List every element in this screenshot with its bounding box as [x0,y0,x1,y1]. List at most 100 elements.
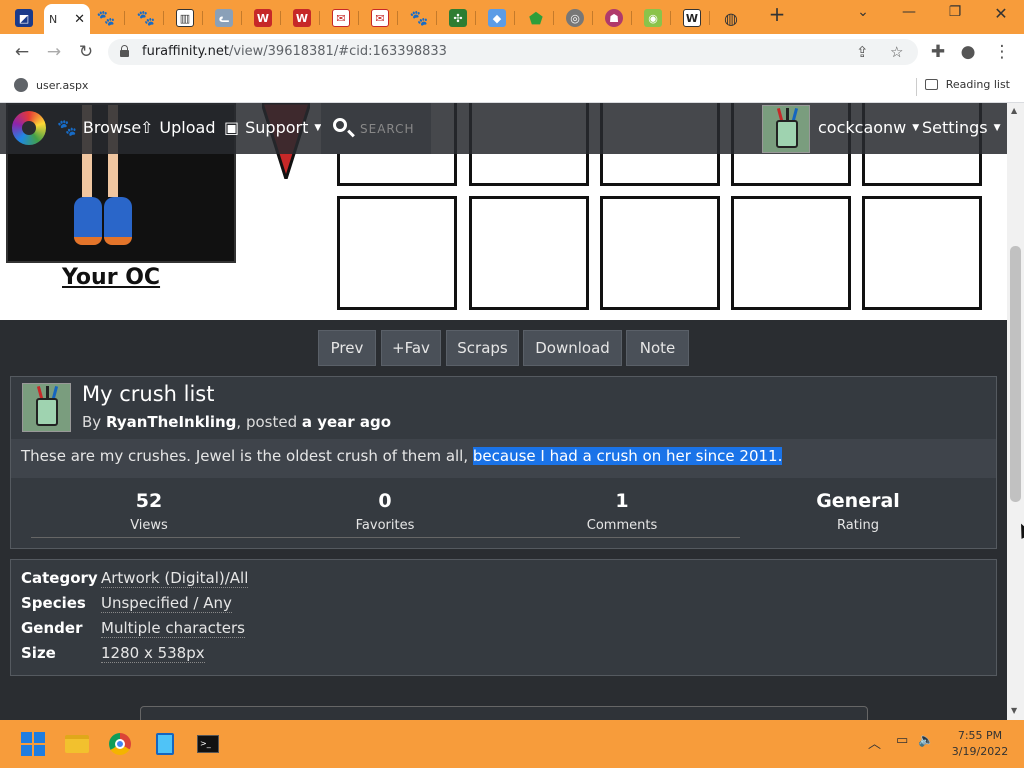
tab-w-2[interactable]: W [286,6,318,30]
minimize-button[interactable]: — [897,4,921,20]
site-navbar: 🐾 Browse ⇧ Upload ▣ Support ▼ SEARCH coc… [0,103,1007,154]
window-close-button[interactable]: ✕ [989,4,1013,23]
posted-date: a year ago [301,413,392,431]
download-button[interactable]: Download [523,330,622,366]
menu-icon[interactable]: ⋮ [992,42,1012,62]
scraps-button[interactable]: Scraps [446,330,519,366]
bookmark-label: user.aspx [36,78,89,92]
reading-list-icon [924,79,938,90]
tab-w-1[interactable]: W [247,6,279,30]
active-tab-title: N [49,12,58,26]
nav-support-label: Support [245,118,309,137]
tab-globe[interactable]: ◎ [559,6,591,30]
new-tab-button[interactable]: + [765,2,789,26]
prev-button[interactable]: Prev [318,330,376,366]
creature-icon: ☗ [605,9,623,27]
note-button[interactable]: Note [626,330,689,366]
scroll-thumb[interactable] [1010,246,1021,502]
bookmark-star-icon[interactable]: ☆ [890,43,903,61]
address-bar[interactable]: furaffinity.net/view/39618381/#cid:16339… [108,39,918,65]
volume-icon[interactable]: 🔈 [918,733,934,748]
forward-button[interactable]: → [44,42,64,62]
document-icon: ◩ [15,9,33,27]
submission-card: My crush list By RyanTheInkling, posted … [10,376,997,549]
tab-creature[interactable]: ☗ [598,6,630,30]
support-icon: ▣ [224,118,240,137]
search-box[interactable]: SEARCH [321,103,431,154]
tab-gem[interactable]: ⬟ [520,6,552,30]
oc-label: Your OC [62,265,161,290]
fav-button[interactable]: +Fav [381,330,441,366]
url-text[interactable]: furaffinity.net/view/39618381/#cid:16339… [142,44,447,59]
nav-upload[interactable]: ⇧ Upload [140,118,215,137]
clock-date: 3/19/2022 [951,745,1009,758]
bookmarks-bar: user.aspx Reading list [0,70,1024,103]
tab-owl[interactable]: ◉ [637,6,669,30]
nav-settings[interactable]: Settings ▼ [922,118,1001,137]
description-row: These are my crushes. Jewel is the oldes… [11,439,996,478]
owl-icon: ◉ [644,9,662,27]
tab-library[interactable]: ▥ [169,6,201,30]
close-icon[interactable]: ✕ [74,12,85,27]
tab-w-3[interactable]: W [676,6,708,30]
reading-list-button[interactable]: Reading list [924,78,1010,91]
w-icon: W [293,9,311,27]
share-icon[interactable]: ⇪ [856,43,869,61]
nav-upload-label: Upload [159,118,216,137]
w-icon: W [254,9,272,27]
stat-rating: General Rating [816,490,900,533]
nav-support[interactable]: ▣ Support ▼ [224,118,321,137]
restore-button[interactable]: ❐ [943,4,967,20]
tab-grid[interactable]: ✣ [442,6,474,30]
page-viewport: Your OC 🐾 Browse ⇧ Upload ▣ Support ▼ SE… [0,103,1007,720]
scroll-up-icon[interactable]: ▲ [1011,106,1017,115]
notepad-icon[interactable] [152,731,178,757]
taskbar: >_ ︿ ▭ 🔈 7:55 PM 3/19/2022 [0,720,1024,768]
author-avatar[interactable] [22,383,71,432]
grid-box [337,196,457,310]
extensions-icon[interactable]: ✚ [928,42,948,62]
tab-cat[interactable]: ᓚ [208,6,240,30]
browser-toolbar: ← → ↻ furaffinity.net/view/39618381/#cid… [0,34,1024,70]
reload-button[interactable]: ↻ [76,42,96,62]
taskbar-clock[interactable]: 7:55 PM 3/19/2022 [940,728,1020,760]
grid-box [862,196,982,310]
author-link[interactable]: RyanTheInkling [106,413,236,431]
chrome-icon[interactable] [107,731,133,757]
username-label: cockcaonw [818,118,907,137]
submission-description: These are my crushes. Jewel is the oldes… [21,447,783,465]
nav-browse[interactable]: 🐾 Browse [57,118,141,137]
stat-views: 52 Views [130,490,168,533]
tab-search-chevron-icon[interactable]: ⌄ [851,4,875,20]
tab-active[interactable]: N ✕ [44,4,90,34]
tab-ring[interactable]: ◍ [715,6,747,30]
file-explorer-icon[interactable] [64,731,90,757]
bookmark-user-aspx[interactable]: user.aspx [14,78,88,92]
user-avatar[interactable] [762,105,810,153]
chevron-up-icon[interactable]: ︿ [868,733,881,752]
nav-username[interactable]: cockcaonw ▼ [818,118,919,137]
tab-paw-1[interactable]: 🐾 [90,6,122,30]
tab-paw-2[interactable]: 🐾 [130,6,162,30]
page-scrollbar[interactable]: ▲ ▼ [1007,103,1024,720]
scroll-down-icon[interactable]: ▼ [1011,706,1017,715]
tab-mail-1[interactable]: ✉ [325,6,357,30]
mail-icon: ✉ [371,9,389,27]
grid-box [469,196,589,310]
caret-down-icon: ▼ [993,122,1001,133]
tab-puzzle[interactable]: ◆ [481,6,513,30]
stat-comments[interactable]: 1 Comments [507,490,737,533]
tab-paw-3[interactable]: 🐾 [403,6,435,30]
tab-mail-2[interactable]: ✉ [364,6,396,30]
profile-icon[interactable]: ● [958,42,978,62]
start-button[interactable] [20,731,46,757]
site-logo[interactable] [12,111,46,145]
tab-1[interactable]: ◩ [8,6,40,30]
comment-input[interactable] [140,706,868,720]
network-icon[interactable]: ▭ [896,733,908,748]
back-button[interactable]: ← [12,42,32,62]
terminal-icon[interactable]: >_ [195,731,221,757]
grid-box [600,196,720,310]
submission-title: My crush list [82,382,215,406]
paw-icon: 🐾 [409,9,429,27]
